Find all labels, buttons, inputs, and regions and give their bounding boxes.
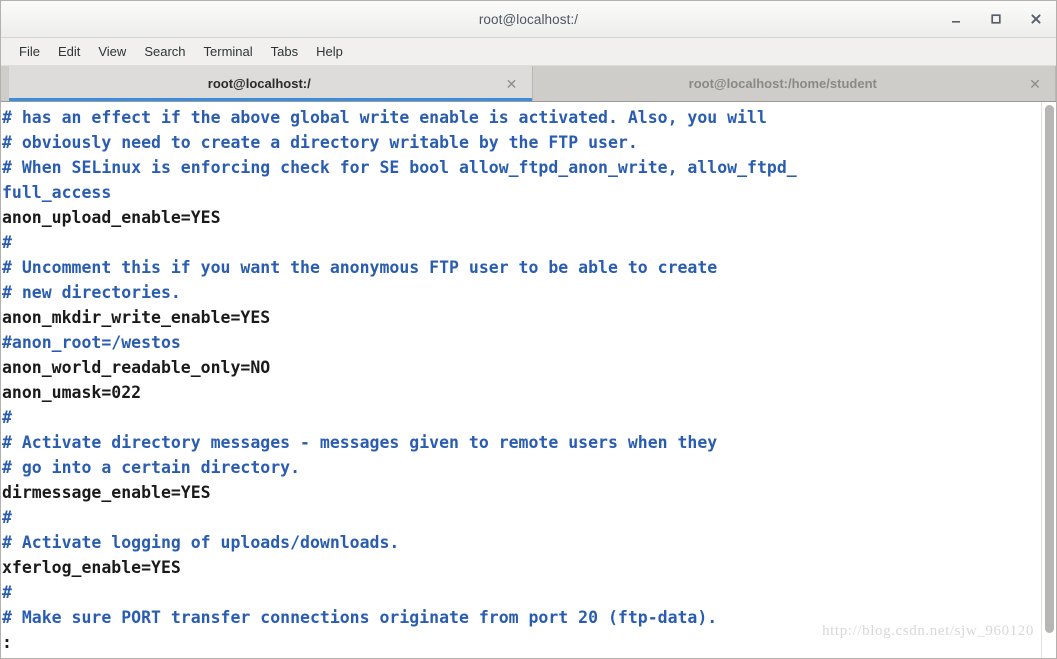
terminal-line: anon_umask=022	[2, 383, 142, 402]
terminal-line: dirmessage_enable=YES	[2, 483, 211, 502]
terminal-line: # obviously need to create a directory w…	[2, 133, 638, 152]
menu-item-tabs[interactable]: Tabs	[262, 42, 307, 61]
maximize-button[interactable]	[987, 10, 1005, 28]
terminal-line: #	[2, 583, 12, 602]
terminal-line: #	[2, 233, 12, 252]
menu-item-file[interactable]: File	[10, 42, 49, 61]
terminal-line: :	[2, 633, 12, 652]
close-button[interactable]	[1027, 10, 1045, 28]
terminal-line: # new directories.	[2, 283, 181, 302]
terminal-output[interactable]: # has an effect if the above global writ…	[1, 102, 1041, 658]
tab-root-localhost-root[interactable]: root@localhost:/ ✕	[9, 66, 533, 101]
terminal-line: #anon_root=/westos	[2, 333, 181, 352]
terminal-line: # Activate directory messages - messages…	[2, 433, 718, 452]
menu-item-search[interactable]: Search	[135, 42, 194, 61]
menu-bar: File Edit View Search Terminal Tabs Help	[1, 38, 1056, 66]
terminal-line: anon_upload_enable=YES	[2, 208, 221, 227]
menu-item-terminal[interactable]: Terminal	[195, 42, 262, 61]
tab-close-icon[interactable]: ✕	[1027, 76, 1043, 92]
terminal-area[interactable]: # has an effect if the above global writ…	[1, 101, 1056, 658]
terminal-line: anon_world_readable_only=NO	[2, 358, 271, 377]
terminal-line: # go into a certain directory.	[2, 458, 301, 477]
minimize-button[interactable]	[947, 10, 965, 28]
terminal-line: anon_mkdir_write_enable=YES	[2, 308, 271, 327]
terminal-window: root@localhost:/ File Edit View Search T…	[0, 0, 1057, 659]
menu-item-help[interactable]: Help	[307, 42, 352, 61]
tab-label: root@localhost:/home/student	[688, 76, 877, 91]
terminal-scrollbar[interactable]	[1041, 102, 1056, 658]
tab-label: root@localhost:/	[207, 76, 311, 91]
menu-item-edit[interactable]: Edit	[49, 42, 89, 61]
terminal-line: # has an effect if the above global writ…	[2, 108, 767, 127]
tab-root-localhost-home-student[interactable]: root@localhost:/home/student ✕	[532, 66, 1056, 101]
tab-bar: root@localhost:/ ✕ root@localhost:/home/…	[1, 66, 1056, 101]
tab-close-icon[interactable]: ✕	[504, 76, 520, 92]
terminal-line: # Make sure PORT transfer connections or…	[2, 608, 718, 627]
terminal-line: # Uncomment this if you want the anonymo…	[2, 258, 718, 277]
menu-item-view[interactable]: View	[89, 42, 135, 61]
terminal-line: xferlog_enable=YES	[2, 558, 181, 577]
terminal-line: full_access	[2, 183, 112, 202]
terminal-line: #	[2, 508, 12, 527]
terminal-line: # Activate logging of uploads/downloads.	[2, 533, 400, 552]
window-title: root@localhost:/	[478, 11, 579, 27]
window-controls	[947, 10, 1056, 28]
title-bar: root@localhost:/	[1, 1, 1056, 38]
scrollbar-thumb[interactable]	[1044, 105, 1054, 633]
terminal-line: # When SELinux is enforcing check for SE…	[2, 158, 797, 177]
terminal-line: #	[2, 408, 12, 427]
